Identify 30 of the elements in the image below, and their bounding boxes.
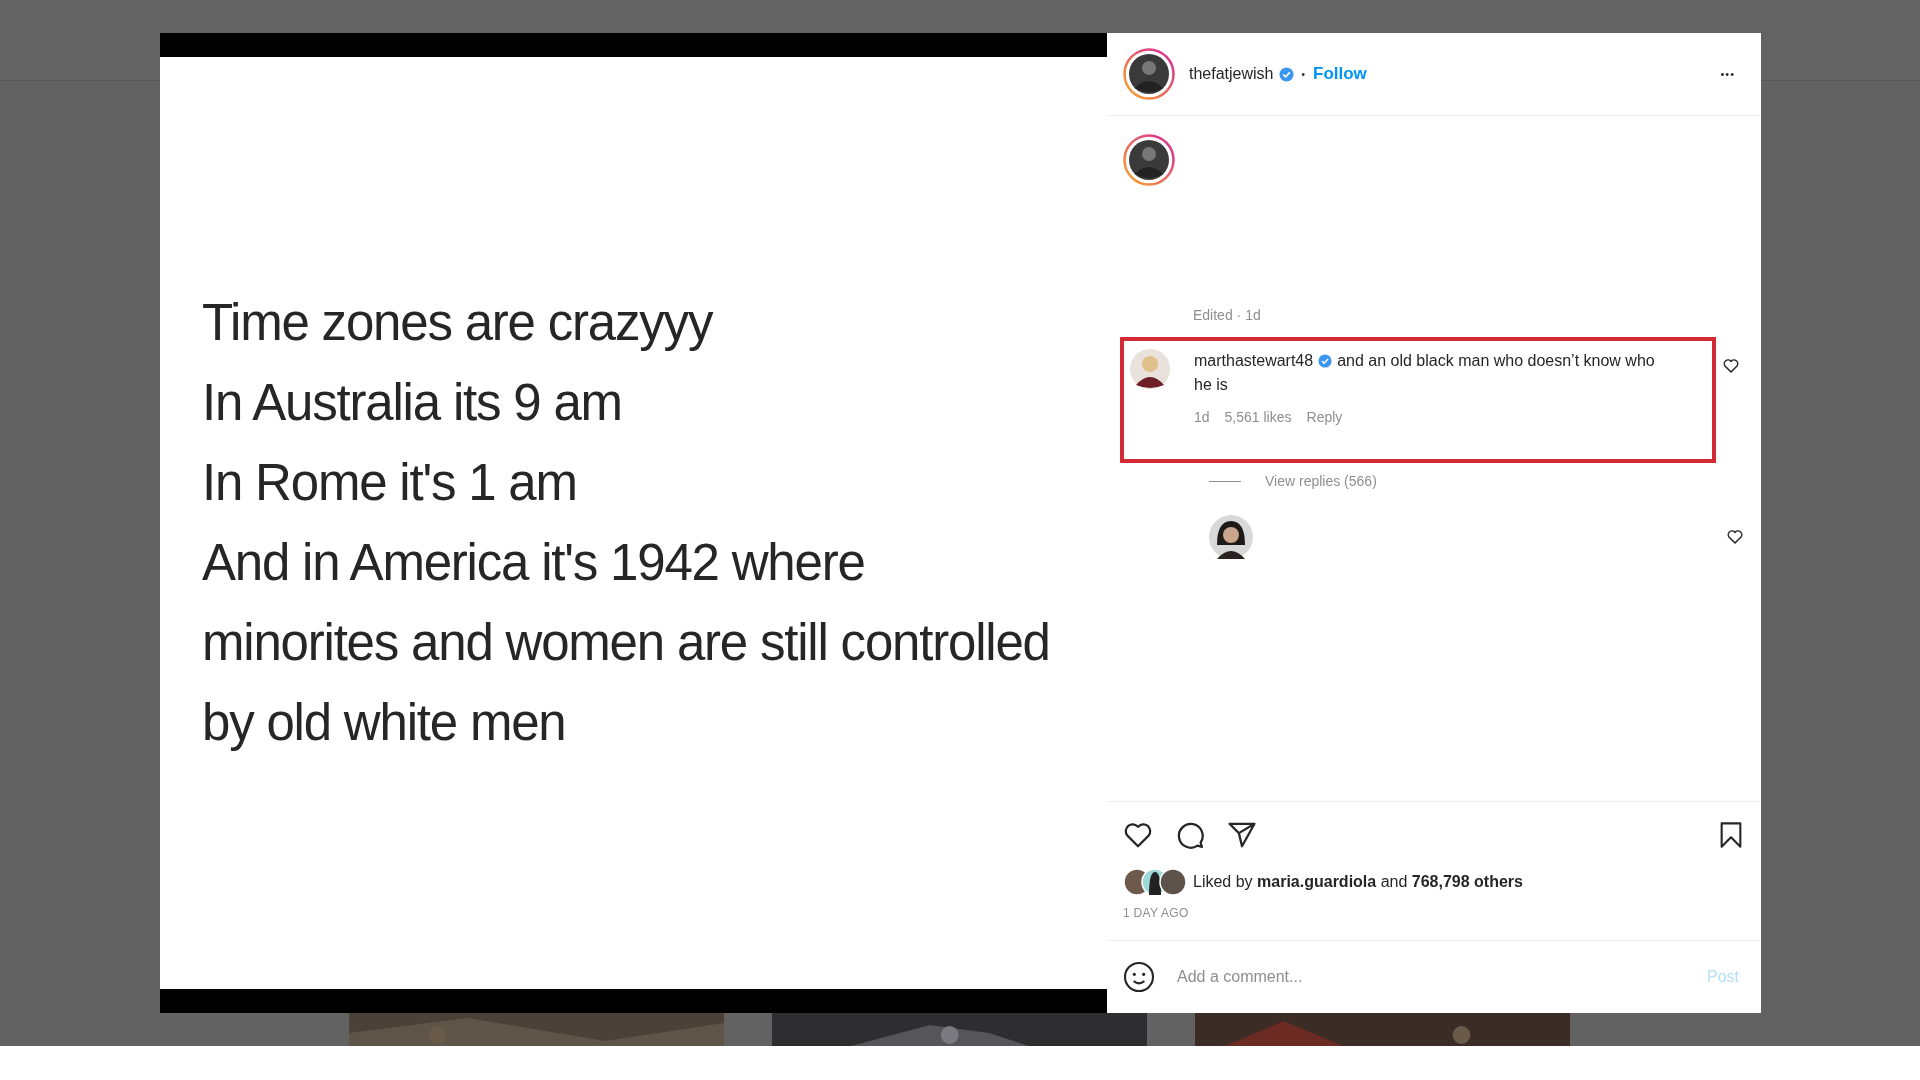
share-icon[interactable] xyxy=(1227,820,1257,850)
avatar[interactable] xyxy=(1209,515,1253,559)
emoji-icon[interactable] xyxy=(1123,961,1155,993)
like-heart-icon[interactable] xyxy=(1123,820,1153,850)
post-text-line: by old white men xyxy=(202,693,567,753)
liker-avatars xyxy=(1123,868,1187,896)
comment-username[interactable]: marthastewart48 xyxy=(1194,352,1314,369)
heart-icon[interactable] xyxy=(1726,528,1744,546)
follow-link[interactable]: Follow xyxy=(1313,64,1367,84)
avatar[interactable] xyxy=(1123,48,1175,100)
reply-link[interactable]: Reply xyxy=(1306,409,1343,425)
post-text-line: And in America it's 1942 where xyxy=(202,533,866,593)
post-date: 1 DAY AGO xyxy=(1123,906,1190,920)
heart-icon[interactable] xyxy=(1722,357,1740,375)
post-text-line: In Rome it's 1 am xyxy=(202,453,578,513)
caption-meta: Edited · 1d xyxy=(1193,307,1262,323)
comment-text: marthastewart48 and an old black man who doesn’t know who he is xyxy=(1194,351,1656,395)
comment-likes[interactable]: 5,561 likes xyxy=(1224,409,1292,425)
post-text-line: In Australia its 9 am xyxy=(202,373,623,433)
comment-icon[interactable] xyxy=(1175,820,1205,850)
comment-time: 1d xyxy=(1194,409,1210,425)
separator-dot: • xyxy=(1301,68,1305,80)
liked-by-text: Liked by maria.guardiola and 768,798 others xyxy=(1193,873,1523,891)
view-replies-link[interactable]: View replies (566) xyxy=(1265,473,1377,489)
avatar[interactable] xyxy=(1123,134,1175,186)
post-text-line: minorites and women are still controlled xyxy=(202,613,1051,673)
avatar[interactable] xyxy=(1130,349,1170,389)
more-options-button[interactable]: ••• xyxy=(1710,64,1745,84)
post-text-line: Time zones are crazyyy xyxy=(202,293,714,353)
username[interactable]: thefatjewish xyxy=(1189,65,1274,83)
